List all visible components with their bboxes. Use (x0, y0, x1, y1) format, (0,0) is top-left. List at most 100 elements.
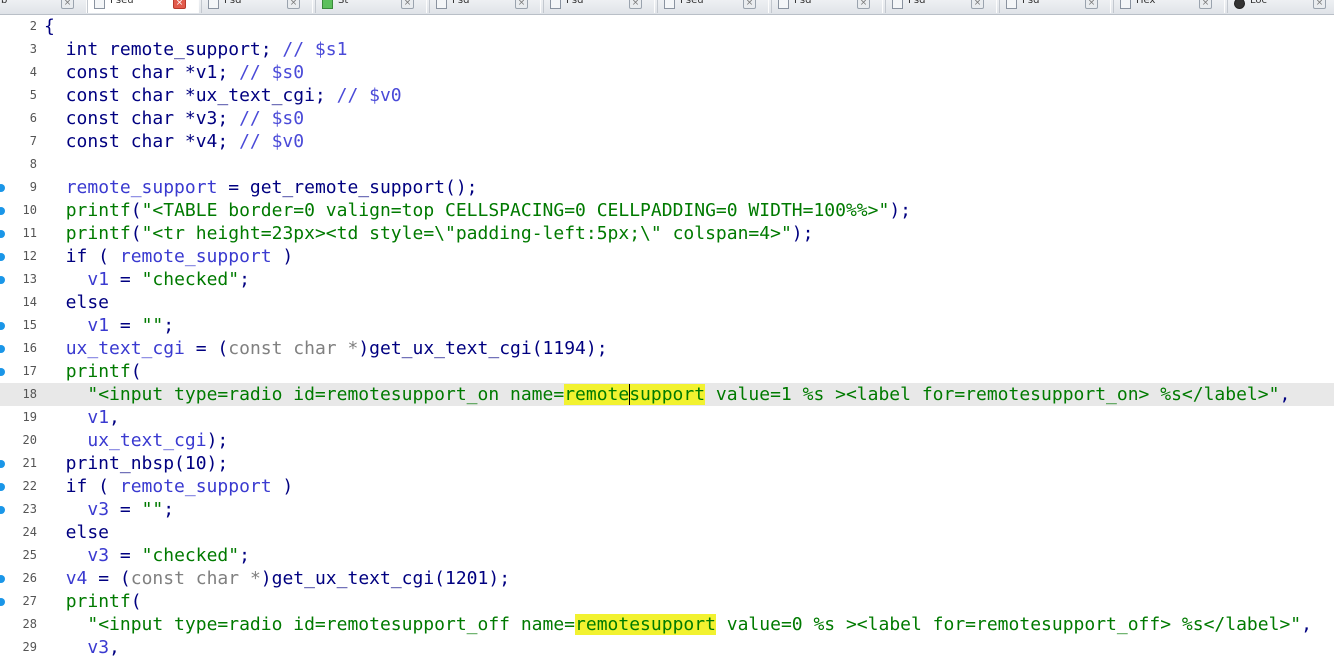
close-icon[interactable]: × (61, 0, 74, 9)
code-line[interactable]: 14 else (0, 291, 1334, 314)
tab-7[interactable]: Psd × (771, 0, 883, 13)
code-text: v1 = ""; (44, 314, 174, 337)
close-icon[interactable]: × (1199, 0, 1212, 9)
code-line[interactable]: 17 printf( (0, 360, 1334, 383)
close-icon[interactable]: × (1085, 0, 1098, 9)
tab-2[interactable]: Psd × (201, 0, 313, 13)
code-line[interactable]: 24 else (0, 521, 1334, 544)
line-number: 29 (22, 640, 37, 654)
code-line[interactable]: 4 const char *v1; // $s0 (0, 61, 1334, 84)
code-token: printf (65, 223, 131, 244)
code-line[interactable]: 22 if ( remote_support ) (0, 475, 1334, 498)
code-line[interactable]: 2{ (0, 15, 1334, 38)
code-line[interactable]: 11 printf("<tr height=23px><td style=\"p… (0, 222, 1334, 245)
code-token: const char * (130, 568, 261, 589)
line-number: 15 (22, 318, 37, 332)
close-icon[interactable]: × (629, 0, 642, 9)
locals-icon (1234, 0, 1245, 9)
code-text: ux_text_cgi = (const char *)get_ux_text_… (44, 337, 608, 360)
tab-6[interactable]: Pseu × (657, 0, 769, 13)
tab-4[interactable]: Psd × (429, 0, 541, 13)
line-number: 9 (29, 180, 37, 194)
line-number: 12 (22, 249, 37, 263)
code-token: = (109, 499, 142, 520)
close-icon[interactable]: × (857, 0, 870, 9)
tab-9[interactable]: Psd × (999, 0, 1111, 13)
code-line[interactable]: 13 v1 = "checked"; (0, 268, 1334, 291)
code-line[interactable]: 25 v3 = "checked"; (0, 544, 1334, 567)
code-line[interactable]: 12 if ( remote_support ) (0, 245, 1334, 268)
code-token: = (109, 269, 142, 290)
tab-1[interactable]: Pseu × (87, 0, 199, 13)
code-line[interactable]: 3 int remote_support; // $s1 (0, 38, 1334, 61)
close-icon[interactable]: × (401, 0, 414, 9)
code-token: ); (206, 430, 229, 451)
code-text: if ( remote_support ) (44, 245, 294, 268)
code-line[interactable]: 18 "<input type=radio id=remotesupport_o… (0, 383, 1334, 406)
document-icon (664, 0, 675, 9)
code-line[interactable]: 21 print_nbsp(10); (0, 452, 1334, 475)
code-token: // $s1 (282, 39, 348, 60)
close-icon[interactable]: × (1313, 0, 1326, 9)
tab-label: St (338, 0, 349, 6)
code-token: = get_remote_support(); (217, 177, 478, 198)
code-line[interactable]: 29 v3, (0, 636, 1334, 659)
code-token: )get_ux_text_cgi(1201); (260, 568, 511, 589)
code-text: if ( remote_support ) (44, 475, 294, 498)
line-number: 4 (29, 65, 37, 79)
code-text: const char *v1; // $s0 (44, 61, 304, 84)
line-number: 27 (22, 594, 37, 608)
code-token: printf (65, 200, 131, 221)
code-token: else (44, 522, 110, 543)
code-token: ( (130, 361, 142, 382)
code-token: , (1279, 384, 1291, 405)
code-line[interactable]: 23 v3 = ""; (0, 498, 1334, 521)
code-line[interactable]: 5 const char *ux_text_cgi; // $v0 (0, 84, 1334, 107)
code-token: , (109, 407, 120, 428)
code-token: = ( (184, 338, 229, 359)
code-token: ux_text_cgi (87, 430, 207, 451)
close-icon[interactable]: × (173, 0, 186, 9)
code-token: // $s0 (239, 108, 305, 129)
close-icon[interactable]: × (515, 0, 528, 9)
code-line[interactable]: 8 (0, 153, 1334, 176)
tab-label: Ib (0, 0, 8, 6)
code-token: ( (130, 223, 142, 244)
tab-0[interactable]: Ib × (0, 0, 87, 13)
close-icon[interactable]: × (971, 0, 984, 9)
code-line[interactable]: 15 v1 = ""; (0, 314, 1334, 337)
code-text: const char *ux_text_cgi; // $v0 (44, 84, 402, 107)
code-line[interactable]: 7 const char *v4; // $v0 (0, 130, 1334, 153)
code-line[interactable]: 19 v1, (0, 406, 1334, 429)
code-line[interactable]: 16 ux_text_cgi = (const char *)get_ux_te… (0, 337, 1334, 360)
code-line[interactable]: 20 ux_text_cgi); (0, 429, 1334, 452)
document-icon (436, 0, 447, 9)
code-text: "<input type=radio id=remotesupport_on n… (44, 383, 1290, 406)
code-line[interactable]: 28 "<input type=radio id=remotesupport_o… (0, 613, 1334, 636)
code-line[interactable]: 9 remote_support = get_remote_support(); (0, 176, 1334, 199)
code-token: v1 (87, 407, 110, 428)
tab-11[interactable]: Loc × (1227, 0, 1334, 13)
close-icon[interactable]: × (287, 0, 300, 9)
tab-8[interactable]: Psd × (885, 0, 997, 13)
code-token: , (109, 637, 120, 658)
code-line[interactable]: 6 const char *v3; // $s0 (0, 107, 1334, 130)
code-line[interactable]: 10 printf("<TABLE border=0 valign=top CE… (0, 199, 1334, 222)
code-line[interactable]: 26 v4 = (const char *)get_ux_text_cgi(12… (0, 567, 1334, 590)
code-text: const char *v4; // $v0 (44, 130, 304, 153)
code-line[interactable]: 27 printf( (0, 590, 1334, 613)
tab-5[interactable]: Psd × (543, 0, 655, 13)
tab-10[interactable]: Hex × (1113, 0, 1225, 13)
tab-3[interactable]: St × (315, 0, 427, 13)
text-caret (629, 384, 631, 405)
close-icon[interactable]: × (743, 0, 756, 9)
code-text: v3, (44, 636, 120, 659)
code-token: remote_support (65, 177, 218, 198)
pseudocode-editor[interactable]: 2{3 int remote_support; // $s1 4 const ch… (0, 15, 1334, 658)
line-number: 6 (29, 111, 37, 125)
